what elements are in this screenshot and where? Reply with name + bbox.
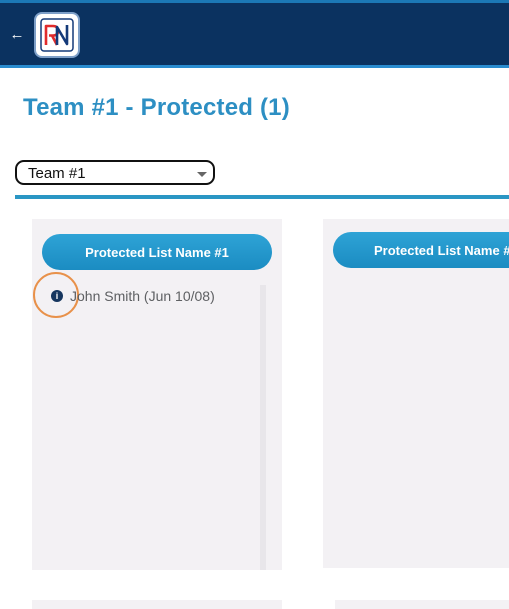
logo-mark <box>40 18 74 52</box>
app-header: ← <box>0 0 509 68</box>
team-select[interactable]: Team #1 <box>15 160 215 185</box>
page-title: Team #1 - Protected (1) <box>23 94 290 121</box>
protected-list-header-2[interactable]: Protected List Name # <box>333 232 509 268</box>
protected-list-panel-2 <box>323 219 509 568</box>
chevron-down-icon <box>197 172 207 177</box>
protected-list-panel-1 <box>32 219 282 570</box>
list-scrollbar[interactable] <box>260 285 266 570</box>
info-icon[interactable]: i <box>51 290 63 302</box>
player-list-item[interactable]: John Smith (Jun 10/08) <box>70 288 215 304</box>
protected-list-panel-4 <box>335 600 509 609</box>
back-arrow-icon[interactable]: ← <box>8 25 26 43</box>
section-divider <box>15 195 509 199</box>
protected-list-header-1[interactable]: Protected List Name #1 <box>42 234 272 270</box>
team-select-value: Team #1 <box>28 165 86 182</box>
protected-list-panel-3 <box>32 600 282 609</box>
rn-logo-icon[interactable] <box>34 12 80 58</box>
